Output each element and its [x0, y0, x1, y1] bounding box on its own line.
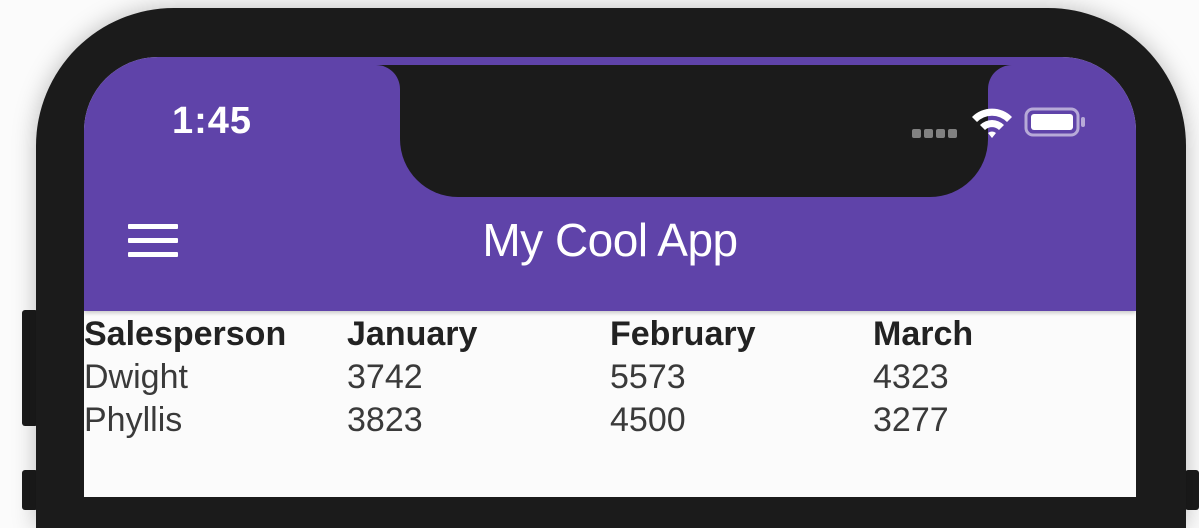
table-row: Dwight 3742 5573 4323: [84, 356, 1136, 399]
sales-table: Salesperson January February March Dwigh…: [84, 313, 1136, 442]
wifi-icon: [970, 105, 1014, 139]
table-cell: 4500: [610, 401, 686, 439]
app-title: My Cool App: [482, 214, 738, 266]
column-header: February: [610, 315, 756, 353]
table-cell: Phyllis: [84, 401, 183, 439]
table-cell: 3823: [347, 401, 423, 439]
app-bar: 1:45 My Cool App: [84, 57, 1136, 311]
phone-screen: 1:45 My Cool App Salesperson January Feb…: [84, 57, 1136, 497]
column-header: Salesperson: [84, 315, 287, 353]
table-cell: 5573: [610, 358, 686, 396]
column-header: March: [873, 315, 974, 353]
status-time: 1:45: [172, 100, 253, 142]
table-cell: 3742: [347, 358, 423, 396]
table-cell: 4323: [873, 358, 949, 396]
notch: [400, 65, 988, 197]
cellular-signal-icon: [912, 125, 962, 138]
column-header: January: [347, 315, 478, 353]
battery-icon: [1024, 107, 1086, 137]
table-cell: Dwight: [84, 358, 188, 396]
table-row: Phyllis 3823 4500 3277: [84, 399, 1136, 442]
table-cell: 3277: [873, 401, 949, 439]
power-button: [1185, 470, 1199, 510]
table-header-row: Salesperson January February March: [84, 313, 1136, 356]
